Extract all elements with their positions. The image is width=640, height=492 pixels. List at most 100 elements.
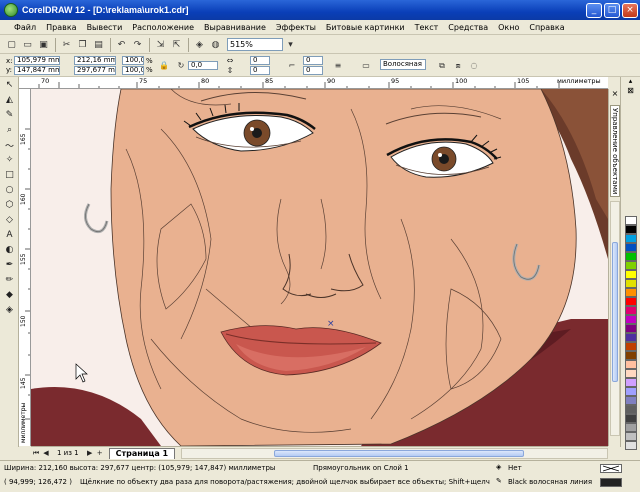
new-document-icon[interactable]: ▢ [4,37,19,52]
interactive-fill-tool-icon[interactable]: ◈ [2,303,17,317]
zoom-level-select[interactable]: 515% [227,38,283,51]
smart-fill-tool-icon[interactable]: ✧ [2,153,17,167]
scale-y-field[interactable]: 100,0 [122,66,144,75]
polygon-tool-icon[interactable]: ⬡ [2,198,17,212]
height-field[interactable]: 297,677 mm [74,66,116,75]
paste-icon[interactable]: ▤ [91,37,106,52]
eyedropper-tool-icon[interactable]: ✒ [2,258,17,272]
color-swatch[interactable] [625,297,637,306]
menu-view[interactable]: Вывести [82,23,128,32]
pick-tool-icon[interactable]: ↖ [2,78,17,92]
freehand-tool-icon[interactable]: 〜 [2,138,17,152]
wrap-text-icon[interactable]: ≡ [332,60,344,72]
color-swatch[interactable] [625,306,637,315]
menu-tools[interactable]: Средства [443,23,493,32]
corner-roundness-4-field[interactable]: 0 [303,66,323,75]
export-icon[interactable]: ⇱ [169,37,184,52]
menu-window[interactable]: Окно [493,23,524,32]
zoom-tool-icon[interactable]: ⌕ [2,123,17,137]
outline-width-icon[interactable]: ▭ [360,60,372,72]
color-swatch[interactable] [625,279,637,288]
corner-roundness-1-field[interactable]: 0 [250,56,270,65]
color-swatch[interactable] [625,396,637,405]
chevron-down-icon[interactable]: ▾ [283,37,298,52]
docker-tab-object-manager[interactable]: Управление объектами [610,105,620,197]
corner-roundness-3-field[interactable]: 0 [303,56,323,65]
menu-arrange[interactable]: Выравнивание [199,23,271,32]
color-swatch[interactable] [625,423,637,432]
page-tab[interactable]: Страница 1 [108,447,176,459]
coreldraw-app-icon[interactable] [4,3,18,17]
color-swatch[interactable] [625,261,637,270]
color-swatch[interactable] [625,432,637,441]
scale-x-field[interactable]: 100,0 [122,56,144,65]
round-corners-together-icon[interactable]: ⌐ [286,60,298,72]
color-swatch[interactable] [625,441,637,450]
drawing-canvas[interactable]: × [31,89,608,446]
vertical-scrollbar[interactable] [610,201,620,436]
color-swatch[interactable] [625,270,637,279]
color-swatch[interactable] [625,333,637,342]
fill-swatch[interactable] [600,464,622,473]
color-swatch[interactable] [625,351,637,360]
save-icon[interactable]: ▣ [36,37,51,52]
menu-edit[interactable]: Правка [41,23,81,32]
fill-tool-icon[interactable]: ◆ [2,288,17,302]
to-back-icon[interactable]: ⧈ [452,60,464,72]
horizontal-ruler[interactable]: 70 75 80 85 90 95 100 105 миллиметры [19,77,608,89]
open-folder-icon[interactable]: ▭ [20,37,35,52]
interactive-blend-tool-icon[interactable]: ◐ [2,243,17,257]
lock-ratio-icon[interactable]: 🔒 [158,60,170,72]
color-swatch[interactable] [625,414,637,423]
ellipse-tool-icon[interactable]: ○ [2,183,17,197]
horizontal-scroll-thumb[interactable] [274,449,525,457]
outline-tool-icon[interactable]: ✏ [2,273,17,287]
first-page-button[interactable]: ⏮ [31,449,41,458]
maximize-button[interactable]: □ [604,2,620,18]
outline-swatch[interactable] [600,478,622,487]
minimize-button[interactable]: _ [586,2,602,18]
color-swatch[interactable] [625,378,637,387]
color-swatch[interactable] [625,342,637,351]
mirror-vertical-icon[interactable]: ⇕ [224,65,236,77]
width-field[interactable]: 212,16 mm [74,56,116,65]
color-swatch[interactable] [625,288,637,297]
next-page-button[interactable]: ▶ [85,449,95,457]
rectangle-tool-icon[interactable]: □ [2,168,17,182]
outline-width-select[interactable]: Волосяная [380,59,426,70]
color-swatch[interactable] [625,315,637,324]
x-position-field[interactable]: 105,979 mm [14,56,60,65]
menu-file[interactable]: Файл [0,23,41,32]
corel-online-icon[interactable]: ◍ [208,37,223,52]
application-launcher-icon[interactable]: ◈ [192,37,207,52]
rotation-angle-field[interactable]: 0,0 [188,61,218,70]
color-swatch[interactable] [625,324,637,333]
vertical-ruler[interactable]: 165 160 155 150 145 миллиметры [19,89,31,446]
color-swatch[interactable] [625,369,637,378]
menu-text[interactable]: Текст [410,23,444,32]
prev-page-button[interactable]: ◀ [41,449,51,457]
color-swatch[interactable] [625,405,637,414]
menu-help[interactable]: Справка [524,23,569,32]
convert-to-curves-icon[interactable]: ◌ [468,60,480,72]
cut-icon[interactable]: ✂ [59,37,74,52]
basic-shapes-tool-icon[interactable]: ◇ [2,213,17,227]
menu-layout[interactable]: Расположение [127,23,199,32]
horizontal-scrollbar[interactable] [181,447,608,459]
corner-roundness-2-field[interactable]: 0 [250,66,270,75]
color-swatch[interactable] [625,243,637,252]
palette-scroll-up-icon[interactable]: ▴ [621,77,640,86]
text-tool-icon[interactable]: A [2,228,17,242]
undo-icon[interactable]: ↶ [114,37,129,52]
color-swatch[interactable] [625,387,637,396]
to-front-icon[interactable]: ⧉ [436,60,448,72]
redo-icon[interactable]: ↷ [130,37,145,52]
no-color-swatch[interactable]: ⊠ [621,86,640,96]
add-page-button[interactable]: + [95,449,105,457]
import-icon[interactable]: ⇲ [153,37,168,52]
shape-tool-icon[interactable]: ◭ [2,93,17,107]
color-swatch[interactable] [625,252,637,261]
menu-effects[interactable]: Эффекты [271,23,321,32]
close-button[interactable]: × [622,2,638,18]
color-swatch[interactable] [625,234,637,243]
